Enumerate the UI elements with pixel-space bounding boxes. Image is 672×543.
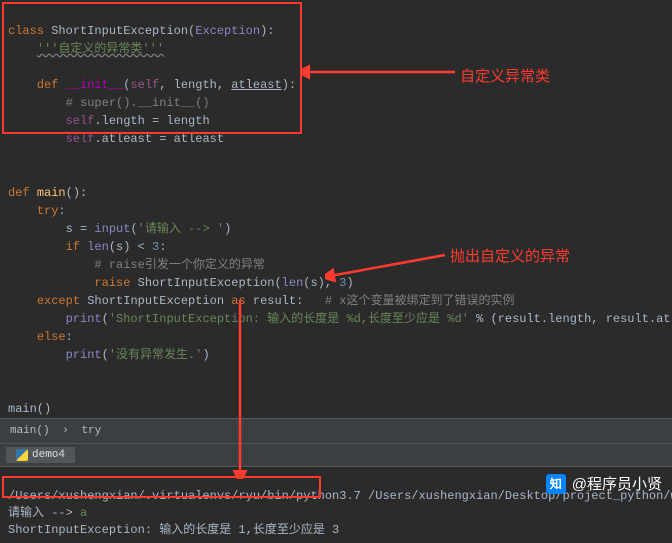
console-prompt: 请输入 --> [8, 506, 80, 520]
breadcrumb[interactable]: main() › try [0, 418, 672, 443]
watermark: 知 @程序员小贤 [546, 473, 662, 494]
run-tab-demo4[interactable]: demo4 [6, 447, 75, 463]
python-icon [16, 449, 28, 461]
code-editor[interactable]: class ShortInputException(Exception): ''… [0, 0, 672, 418]
zhihu-icon: 知 [546, 474, 566, 494]
annotation-custom-exc: 自定义异常类 [460, 65, 550, 86]
breadcrumb-try[interactable]: try [81, 425, 101, 437]
console-user-input: a [80, 506, 87, 520]
console-exception-output: ShortInputException: 输入的长度是 1,长度至少应是 3 [8, 523, 339, 537]
breadcrumb-main[interactable]: main() [10, 425, 50, 437]
breadcrumb-sep: › [62, 425, 69, 437]
run-tab-bar: demo4 [0, 443, 672, 466]
annotation-raise: 抛出自定义的异常 [450, 245, 570, 266]
